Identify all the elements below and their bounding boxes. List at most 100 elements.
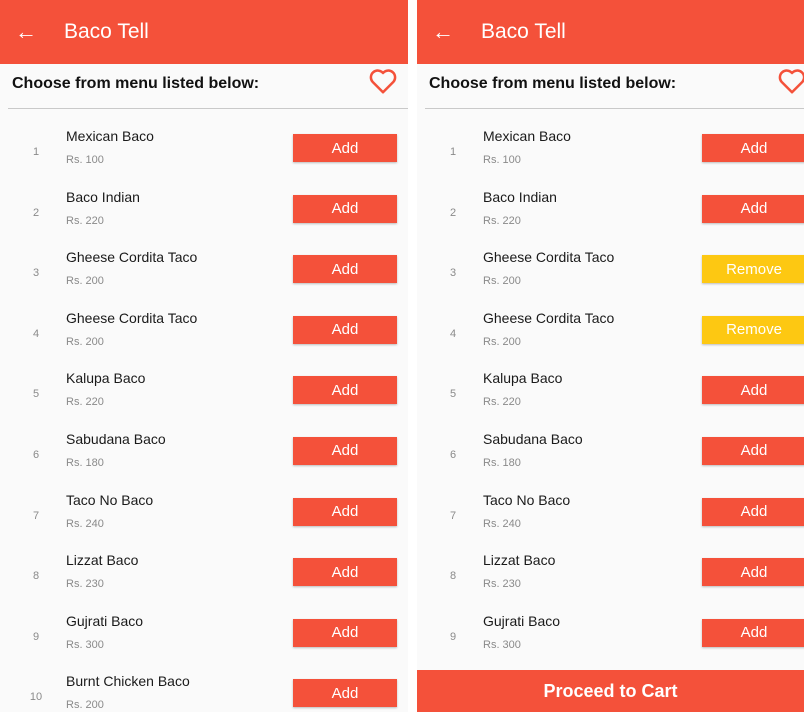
item-number: 2	[32, 206, 40, 219]
add-button[interactable]: Add	[293, 558, 397, 587]
app-title: Baco Tell	[481, 20, 566, 43]
add-button[interactable]: Add	[293, 255, 397, 284]
menu-item-row: 3 Gheese Cordita Taco Rs. 200 Remove	[417, 243, 804, 304]
add-button[interactable]: Add	[702, 134, 804, 162]
item-price: Rs. 200	[483, 275, 521, 288]
menu-list: 1 Mexican Baco Rs. 100 Add 2 Baco Indian Rs. 2…	[0, 122, 408, 712]
item-name: Gheese Cordita Taco	[483, 249, 615, 266]
item-number: 3	[449, 267, 457, 280]
item-price: Rs. 230	[66, 578, 104, 591]
item-name: Taco No Baco	[66, 491, 154, 508]
item-name: Sabudana Baco	[66, 430, 166, 447]
menu-item-row: 7 Taco No Baco Rs. 240 Add	[0, 486, 408, 547]
item-price: Rs. 180	[483, 456, 521, 469]
item-price: Rs. 180	[66, 456, 104, 469]
item-name: Gheese Cordita Taco	[66, 249, 198, 266]
item-number: 8	[449, 570, 457, 583]
item-name: Gheese Cordita Taco	[483, 309, 615, 326]
arrow-left-icon[interactable]: ←	[431, 20, 455, 44]
remove-button[interactable]: Remove	[702, 315, 804, 344]
menu-item-row: 8 Lizzat Baco Rs. 230 Add	[0, 546, 408, 607]
item-name: Baco Indian	[483, 188, 557, 205]
item-name: Burnt Chicken Baco	[66, 673, 190, 690]
item-name: Kalupa Baco	[66, 370, 146, 387]
item-number: 7	[32, 509, 40, 522]
add-button[interactable]: Add	[293, 497, 397, 526]
app-bar: ← Baco Tell	[417, 0, 804, 64]
item-price: Rs. 300	[483, 638, 521, 651]
add-button[interactable]: Add	[702, 558, 804, 587]
menu-item-row: 4 Gheese Cordita Taco Rs. 200 Remove	[417, 304, 804, 365]
item-number: 1	[449, 146, 457, 158]
add-button[interactable]: Add	[702, 497, 804, 526]
add-button[interactable]: Add	[293, 679, 397, 708]
add-button[interactable]: Add	[702, 194, 804, 223]
item-name: Sabudana Baco	[483, 430, 583, 447]
add-button[interactable]: Add	[293, 315, 397, 344]
menu-subtitle: Choose from menu listed below:	[12, 75, 260, 92]
menu-item-row: 6 Sabudana Baco Rs. 180 Add	[0, 425, 408, 486]
item-number: 2	[449, 206, 457, 219]
item-number: 6	[32, 448, 40, 461]
item-number: 6	[449, 448, 457, 461]
item-price: Rs. 230	[483, 578, 521, 591]
item-price: Rs. 220	[483, 214, 521, 227]
menu-item-row: 8 Lizzat Baco Rs. 230 Add	[417, 546, 804, 607]
menu-item-row: 1 Mexican Baco Rs. 100 Add	[0, 122, 408, 183]
item-price: Rs. 240	[66, 517, 104, 530]
menu-screen-after: ← Baco Tell Choose from menu listed belo…	[417, 0, 804, 712]
item-name: Gheese Cordita Taco	[66, 309, 198, 326]
item-name: Baco Indian	[66, 188, 140, 205]
item-number: 5	[449, 388, 457, 401]
item-number: 4	[32, 327, 40, 340]
item-number: 3	[32, 267, 40, 280]
item-price: Rs. 220	[66, 214, 104, 227]
proceed-to-cart-button[interactable]: Proceed to Cart	[417, 670, 804, 712]
item-price: Rs. 300	[66, 638, 104, 651]
item-name: Gujrati Baco	[66, 612, 144, 629]
item-price: Rs. 220	[66, 396, 104, 409]
item-name: Taco No Baco	[483, 491, 571, 508]
item-price: Rs. 200	[66, 699, 104, 712]
menu-item-row: 9 Gujrati Baco Rs. 300 Add	[417, 607, 804, 668]
item-name: Gujrati Baco	[483, 612, 561, 629]
item-number: 4	[449, 327, 457, 340]
item-number: 8	[32, 570, 40, 583]
remove-button[interactable]: Remove	[702, 255, 804, 284]
menu-item-row: 5 Kalupa Baco Rs. 220 Add	[417, 364, 804, 425]
menu-item-row: 4 Gheese Cordita Taco Rs. 200 Add	[0, 304, 408, 365]
add-button[interactable]: Add	[293, 134, 397, 162]
item-name: Kalupa Baco	[483, 370, 563, 387]
heart-outline-icon[interactable]	[777, 66, 804, 96]
add-button[interactable]: Add	[702, 618, 804, 647]
menu-item-row: 7 Taco No Baco Rs. 240 Add	[417, 486, 804, 547]
item-price: Rs. 100	[66, 154, 104, 166]
add-button[interactable]: Add	[293, 376, 397, 405]
arrow-left-icon[interactable]: ←	[14, 20, 38, 44]
item-number: 10	[29, 691, 43, 704]
menu-item-row: 1 Mexican Baco Rs. 100 Add	[417, 122, 804, 183]
item-price: Rs. 240	[483, 517, 521, 530]
item-number: 7	[449, 509, 457, 522]
item-number: 9	[449, 630, 457, 643]
add-button[interactable]: Add	[293, 618, 397, 647]
item-price: Rs. 200	[483, 335, 521, 348]
item-number: 5	[32, 388, 40, 401]
menu-screen-before: ← Baco Tell Choose from menu listed belo…	[0, 0, 408, 712]
add-button[interactable]: Add	[702, 436, 804, 465]
item-price: Rs. 220	[483, 396, 521, 409]
menu-item-row: 10 Burnt Chicken Baco Rs. 200 Add	[0, 667, 408, 712]
item-number: 1	[32, 146, 40, 158]
menu-item-row: 3 Gheese Cordita Taco Rs. 200 Add	[0, 243, 408, 304]
menu-item-row: 9 Gujrati Baco Rs. 300 Add	[0, 607, 408, 668]
app-title: Baco Tell	[64, 20, 149, 43]
menu-item-row: 6 Sabudana Baco Rs. 180 Add	[417, 425, 804, 486]
menu-item-row: 5 Kalupa Baco Rs. 220 Add	[0, 364, 408, 425]
divider	[8, 108, 408, 109]
menu-subtitle: Choose from menu listed below:	[429, 75, 677, 92]
add-button[interactable]: Add	[293, 194, 397, 223]
heart-outline-icon[interactable]	[368, 66, 398, 96]
add-button[interactable]: Add	[702, 376, 804, 405]
menu-list: 1 Mexican Baco Rs. 100 Add 2 Baco Indian Rs. 2…	[417, 122, 804, 667]
add-button[interactable]: Add	[293, 436, 397, 465]
